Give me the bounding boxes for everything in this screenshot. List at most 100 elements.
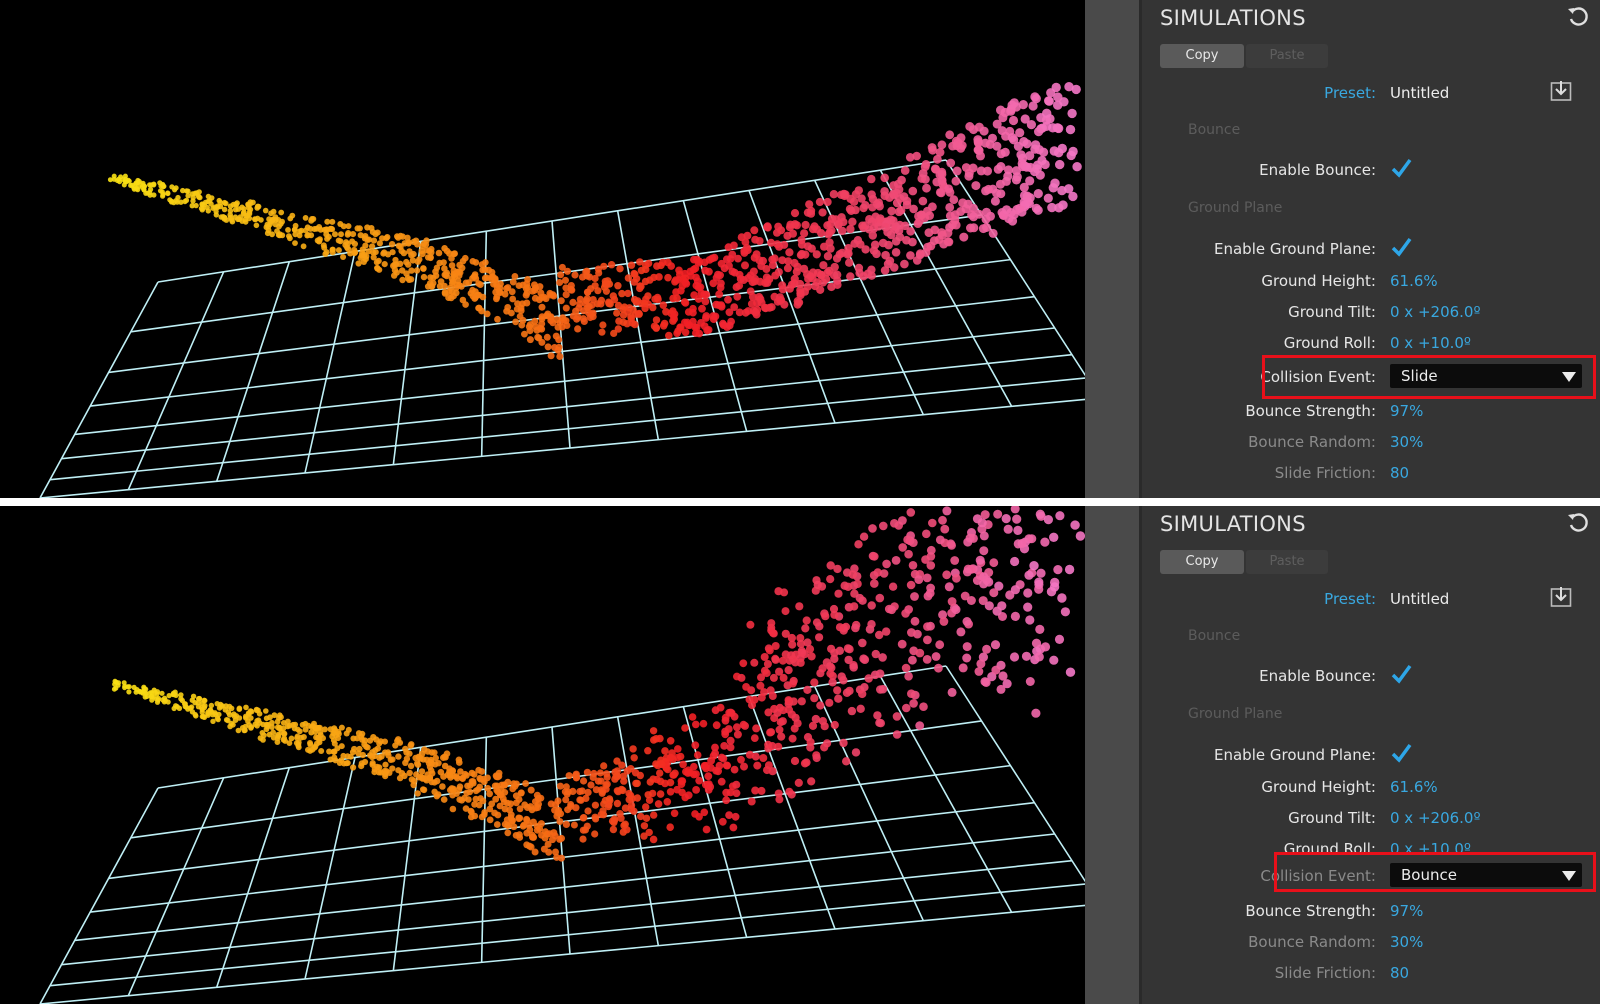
particle [839, 217, 848, 227]
particle [477, 281, 484, 288]
sidebar-title: SIMULATIONS [1160, 6, 1306, 30]
bounce-random-value[interactable]: 30% [1390, 433, 1423, 451]
slide-friction-value[interactable]: 80 [1390, 464, 1409, 482]
particle [437, 768, 445, 776]
particle [1043, 193, 1053, 203]
checkmark-icon[interactable] [1390, 663, 1412, 685]
copy-button[interactable]: Copy [1160, 44, 1244, 68]
bounce-strength-value[interactable]: 97% [1390, 902, 1423, 920]
ground-tilt-value[interactable]: 0 x +206.0º [1390, 303, 1481, 321]
highlight-box [1274, 852, 1596, 892]
particle [613, 309, 621, 317]
particle [462, 254, 469, 262]
checkmark-icon[interactable] [1390, 236, 1412, 258]
preset-value[interactable]: Untitled [1390, 84, 1449, 102]
copy-button[interactable]: Copy [1160, 550, 1244, 574]
particle [807, 777, 816, 786]
particle [650, 736, 658, 744]
particle [981, 678, 991, 687]
particle [771, 271, 780, 280]
ground-height-value[interactable]: 61.6% [1390, 778, 1438, 796]
paste-button[interactable]: Paste [1246, 550, 1328, 574]
checkmark-icon[interactable] [1390, 157, 1412, 179]
particle [771, 655, 780, 664]
particle [453, 289, 460, 297]
particle [829, 604, 839, 614]
particle-viewport[interactable] [0, 506, 1085, 1004]
reset-icon[interactable] [1566, 4, 1590, 28]
save-preset-icon[interactable] [1550, 586, 1572, 608]
particle [472, 288, 479, 295]
slide-friction-value[interactable]: 80 [1390, 964, 1409, 982]
save-preset-icon[interactable] [1550, 80, 1572, 102]
bounce-section-header[interactable]: Bounce [1188, 628, 1240, 644]
particle [430, 280, 437, 287]
particle [715, 290, 724, 299]
particle [915, 250, 925, 260]
ground-plane-section-header[interactable]: Ground Plane [1188, 706, 1282, 722]
particle [785, 248, 794, 257]
particle [676, 752, 685, 761]
particle [537, 289, 545, 297]
ground-tilt-value[interactable]: 0 x +206.0º [1390, 809, 1481, 827]
particle [589, 313, 597, 321]
bounce-section-header[interactable]: Bounce [1188, 122, 1240, 138]
ground-height-value[interactable]: 61.6% [1390, 272, 1438, 290]
reset-icon[interactable] [1566, 510, 1590, 534]
particle [998, 671, 1008, 681]
particle [785, 284, 794, 293]
checkmark-icon[interactable] [1390, 742, 1412, 764]
particle [587, 781, 595, 789]
particle [765, 646, 774, 655]
particle [268, 210, 274, 217]
preset-row: Preset: Untitled [1142, 586, 1600, 612]
particle [486, 790, 493, 798]
particle [545, 848, 553, 856]
particle [808, 721, 818, 730]
particle [252, 216, 258, 223]
particle [807, 652, 816, 661]
particle [632, 275, 641, 283]
particle [777, 226, 786, 235]
particle [432, 268, 439, 275]
bounce-random-row: Bounce Random: 30% [1142, 929, 1600, 955]
particle [975, 555, 985, 565]
particle [812, 753, 821, 763]
particle [379, 235, 386, 242]
particle [925, 588, 935, 598]
ground-roll-value[interactable]: 0 x +10.0º [1390, 334, 1471, 352]
particle [544, 343, 552, 351]
bounce-random-value[interactable]: 30% [1390, 933, 1423, 951]
particle [979, 572, 989, 582]
particle [233, 713, 240, 719]
particle [909, 699, 918, 708]
particle [535, 800, 542, 808]
particle [720, 264, 729, 273]
particle [937, 140, 947, 150]
bounce-strength-value[interactable]: 97% [1390, 402, 1423, 420]
particle [552, 332, 560, 340]
particle [371, 752, 378, 760]
particle [992, 606, 1002, 616]
particle [637, 812, 645, 821]
particle [812, 250, 821, 259]
particle [760, 653, 769, 661]
particle [993, 509, 1003, 519]
particle [867, 190, 876, 199]
particle [810, 694, 819, 703]
particle [521, 801, 529, 809]
particle [869, 571, 879, 580]
particle [843, 644, 853, 653]
particle [878, 238, 888, 248]
particle [457, 768, 464, 775]
particle [806, 272, 815, 281]
particle [789, 676, 798, 686]
particle-viewport[interactable] [0, 0, 1085, 498]
particle [372, 747, 379, 754]
particle [989, 558, 999, 568]
particle [776, 718, 785, 727]
paste-button[interactable]: Paste [1246, 44, 1328, 68]
ground-plane-section-header[interactable]: Ground Plane [1188, 200, 1282, 216]
particle [888, 222, 898, 231]
preset-value[interactable]: Untitled [1390, 590, 1449, 608]
